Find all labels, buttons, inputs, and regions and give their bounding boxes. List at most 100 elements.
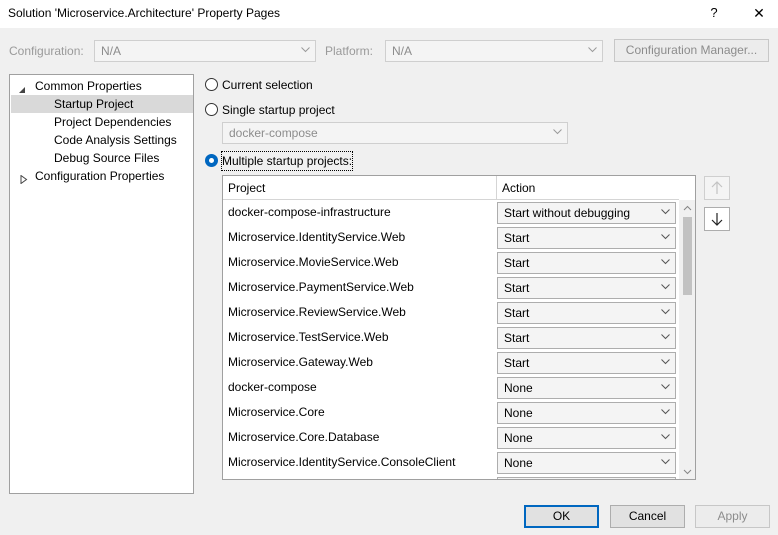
scroll-down-icon[interactable] bbox=[679, 463, 695, 479]
table-row[interactable]: Microservice.IdentityService.Web Start bbox=[223, 225, 679, 250]
close-button[interactable]: ✕ bbox=[740, 0, 778, 28]
action-value: Start bbox=[504, 331, 530, 345]
multiple-startup-radio[interactable] bbox=[205, 154, 218, 167]
table-row[interactable]: Microservice.ReviewService.Web Start bbox=[223, 300, 679, 325]
action-value: Start bbox=[504, 281, 530, 295]
configuration-label: Configuration: bbox=[9, 44, 84, 58]
action-select[interactable]: Start bbox=[497, 277, 676, 299]
action-select[interactable]: None bbox=[497, 402, 676, 424]
multiple-startup-label: Multiple startup projects: bbox=[220, 151, 354, 171]
move-down-button[interactable] bbox=[704, 207, 730, 231]
table-row[interactable]: Microservice.IdentityService.ConsoleClie… bbox=[223, 450, 679, 475]
chevron-down-icon bbox=[661, 378, 671, 398]
table-row[interactable]: docker-compose-infrastructure Start witho… bbox=[223, 200, 679, 225]
project-name-cell: Microservice.PaymentService.Web bbox=[228, 280, 414, 294]
action-select[interactable]: Start bbox=[497, 327, 676, 349]
collapsed-arrow-icon bbox=[20, 171, 30, 185]
platform-select[interactable]: N/A bbox=[385, 40, 603, 62]
chevron-down-icon bbox=[661, 253, 671, 273]
tree-item-label: Configuration Properties bbox=[35, 169, 165, 183]
arrow-up-icon bbox=[705, 181, 729, 195]
table-row[interactable]: Microservice.Core None bbox=[223, 400, 679, 425]
single-startup-value: docker-compose bbox=[229, 126, 318, 140]
chevron-down-icon bbox=[661, 478, 671, 479]
current-selection-option[interactable]: Current selection bbox=[205, 76, 405, 94]
column-header-action[interactable]: Action bbox=[497, 176, 535, 200]
single-startup-select[interactable]: docker-compose bbox=[222, 122, 568, 144]
single-startup-option[interactable]: Single startup project bbox=[205, 101, 405, 119]
chevron-down-icon bbox=[661, 403, 671, 423]
chevron-down-icon bbox=[661, 303, 671, 323]
tree-item-label: Common Properties bbox=[35, 79, 142, 93]
project-name-cell: Microservice.IdentityService.ConsoleClie… bbox=[228, 455, 456, 469]
action-select[interactable]: None bbox=[497, 377, 676, 399]
action-value: Start bbox=[504, 306, 530, 320]
chevron-down-icon bbox=[661, 228, 671, 248]
scroll-up-icon[interactable] bbox=[679, 200, 695, 217]
table-row[interactable]: Microservice.Core.Database None bbox=[223, 425, 679, 450]
single-startup-radio[interactable] bbox=[205, 103, 218, 116]
grid-scrollbar[interactable] bbox=[679, 200, 695, 479]
chevron-down-icon bbox=[301, 41, 311, 61]
action-select[interactable]: Start bbox=[497, 352, 676, 374]
action-select[interactable]: Start bbox=[497, 227, 676, 249]
action-value: Start bbox=[504, 256, 530, 270]
scrollbar-thumb[interactable] bbox=[683, 217, 692, 295]
action-select[interactable]: None bbox=[497, 427, 676, 449]
action-value: None bbox=[504, 381, 533, 395]
action-value: Start without debugging bbox=[504, 206, 631, 220]
configuration-manager-button[interactable]: Configuration Manager... bbox=[614, 39, 769, 62]
expanded-arrow-icon bbox=[18, 81, 28, 93]
tree-item-configuration-properties[interactable]: Configuration Properties bbox=[10, 167, 193, 185]
tree-item-label: Debug Source Files bbox=[54, 151, 160, 165]
table-row[interactable]: Microservice.MovieService.Web Start bbox=[223, 250, 679, 275]
action-select[interactable]: Start without debugging bbox=[497, 202, 676, 224]
title-bar: Solution 'Microservice.Architecture' Pro… bbox=[0, 0, 778, 28]
tree-item-code-analysis-settings[interactable]: Code Analysis Settings bbox=[10, 131, 193, 149]
configuration-select[interactable]: N/A bbox=[94, 40, 316, 62]
action-select[interactable]: None bbox=[497, 452, 676, 474]
table-row[interactable]: Microservice.PaymentService.Web Start bbox=[223, 275, 679, 300]
current-selection-label: Current selection bbox=[222, 78, 313, 92]
action-value: None bbox=[504, 406, 533, 420]
project-name-cell: docker-compose-infrastructure bbox=[228, 205, 391, 219]
tree-item-startup-project[interactable]: Startup Project bbox=[11, 95, 193, 113]
action-value: None bbox=[504, 431, 533, 445]
tree-item-label: Startup Project bbox=[54, 97, 134, 111]
ok-button[interactable]: OK bbox=[524, 505, 599, 528]
platform-label: Platform: bbox=[325, 44, 374, 58]
action-value: Start bbox=[504, 356, 530, 370]
chevron-down-icon bbox=[553, 123, 563, 143]
column-header-project[interactable]: Project bbox=[223, 176, 265, 200]
tree-item-project-dependencies[interactable]: Project Dependencies bbox=[10, 113, 193, 131]
chevron-down-icon bbox=[661, 353, 671, 373]
current-selection-radio[interactable] bbox=[205, 78, 218, 91]
table-row[interactable]: Microservice.TestService.Web Start bbox=[223, 325, 679, 350]
project-name-cell: Microservice.IdentityService.Web bbox=[228, 230, 406, 244]
chevron-down-icon bbox=[661, 453, 671, 473]
multiple-startup-option[interactable]: Multiple startup projects: bbox=[205, 151, 405, 171]
single-startup-label: Single startup project bbox=[222, 103, 335, 117]
action-select[interactable]: Start bbox=[497, 302, 676, 324]
action-select[interactable]: Start bbox=[497, 252, 676, 274]
help-button[interactable]: ? bbox=[700, 0, 728, 28]
move-up-button[interactable] bbox=[704, 176, 730, 200]
arrow-down-icon bbox=[705, 212, 729, 226]
grid-header: Project Action bbox=[223, 176, 679, 200]
chevron-down-icon bbox=[661, 203, 671, 223]
property-tree: Common Properties Startup Project Projec… bbox=[9, 74, 194, 494]
table-row[interactable]: docker-compose None bbox=[223, 375, 679, 400]
tree-item-common-properties[interactable]: Common Properties bbox=[10, 77, 193, 95]
chevron-down-icon bbox=[661, 328, 671, 348]
cancel-button[interactable]: Cancel bbox=[610, 505, 685, 528]
tree-item-label: Code Analysis Settings bbox=[54, 133, 177, 147]
action-select[interactable] bbox=[497, 477, 676, 479]
chevron-down-icon bbox=[661, 428, 671, 448]
table-row[interactable]: Microservice.Gateway.Web Start bbox=[223, 350, 679, 375]
window-title: Solution 'Microservice.Architecture' Pro… bbox=[8, 6, 281, 20]
table-row[interactable] bbox=[223, 475, 679, 479]
project-name-cell: Microservice.Core.Database bbox=[228, 430, 380, 444]
tree-item-debug-source-files[interactable]: Debug Source Files bbox=[10, 149, 193, 167]
project-name-cell: Microservice.MovieService.Web bbox=[228, 255, 399, 269]
apply-button[interactable]: Apply bbox=[695, 505, 770, 528]
